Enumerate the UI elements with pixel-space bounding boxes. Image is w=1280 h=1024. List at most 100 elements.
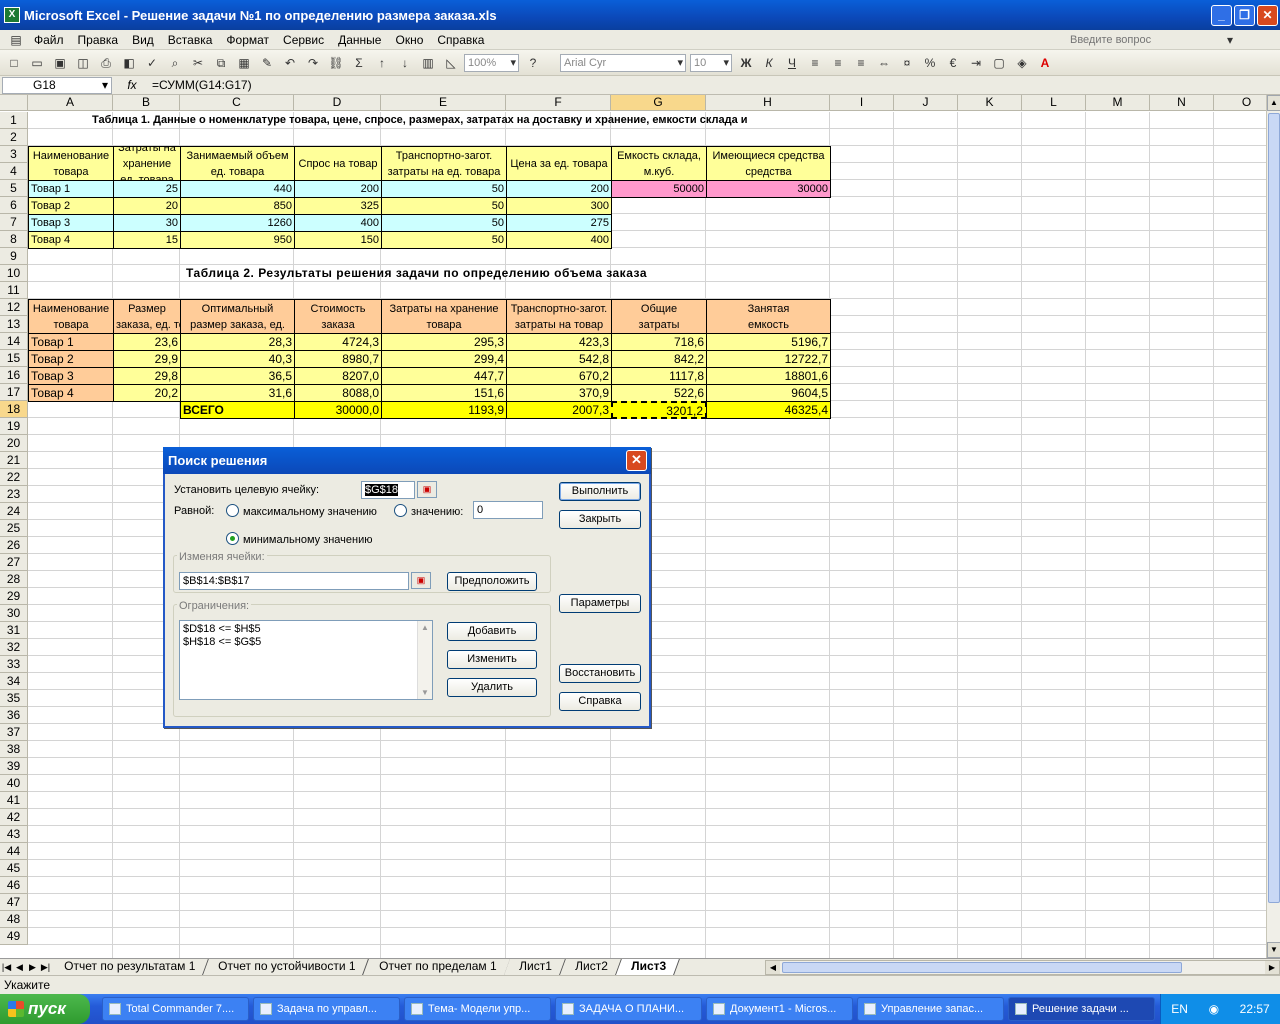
value-cell[interactable]: 325 [294,197,382,215]
row-header[interactable]: 4 [0,163,28,180]
value-cell[interactable]: 718,6 [611,333,707,351]
value-cell[interactable]: 29,8 [113,367,181,385]
fx-icon[interactable]: fx [112,78,152,92]
header-cell[interactable]: Транспортно-загот. затраты на товар [506,299,612,334]
row-header[interactable]: 38 [0,741,28,758]
euro-button[interactable]: € [943,53,963,73]
row-header[interactable]: 30 [0,605,28,622]
options-button[interactable]: Параметры [559,594,641,613]
add-button[interactable]: Добавить [447,622,537,641]
help-icon[interactable]: ? [523,53,543,73]
italic-button[interactable]: К [759,53,779,73]
font-combo[interactable]: Arial Cyr [560,53,686,72]
value-cell[interactable]: 200 [506,180,612,198]
value-cell[interactable]: 25 [113,180,181,198]
value-cell[interactable]: 18801,6 [706,367,831,385]
header-cell[interactable]: Стоимость заказа [294,299,382,334]
value-cell[interactable]: 1260 [180,214,295,232]
document-icon[interactable]: ▤ [8,32,24,48]
constraint-item[interactable]: $D$18 <= $H$5 [183,623,429,636]
column-header[interactable]: G [611,95,706,111]
value-radio[interactable] [394,504,407,517]
select-all-corner[interactable] [0,95,28,111]
row-header[interactable]: 36 [0,707,28,724]
taskbar-item[interactable]: Total Commander 7.... [102,997,249,1021]
row-header[interactable]: 28 [0,571,28,588]
row-header[interactable]: 27 [0,554,28,571]
change-button[interactable]: Изменить [447,650,537,669]
product-name-cell[interactable]: Товар 4 [28,384,114,402]
first-sheet-icon[interactable]: |◀ [0,962,13,973]
row-header[interactable]: 45 [0,860,28,877]
help-button[interactable]: Справка [559,692,641,711]
sheet-tab[interactable]: Отчет по пределам 1 [363,959,511,975]
sheet-tab[interactable]: Лист1 [504,959,566,975]
menu-view[interactable]: Вид [125,33,161,47]
value-cell[interactable]: 150 [294,231,382,249]
value-field[interactable]: 0 [473,501,543,519]
row-header[interactable]: 19 [0,418,28,435]
row-header[interactable]: 41 [0,792,28,809]
row-header[interactable]: 29 [0,588,28,605]
font-size-combo[interactable]: 10 [690,53,732,72]
header-cell[interactable]: Общие затраты [611,299,707,334]
header-cell[interactable]: Емкость склада, м.куб. [611,146,707,181]
value-cell[interactable]: 200 [294,180,382,198]
value-cell[interactable]: 36,5 [180,367,295,385]
fill-color-icon[interactable]: ◈ [1012,53,1032,73]
column-header[interactable]: I [830,95,894,111]
scroll-left-icon[interactable]: ◀ [766,960,780,974]
value-cell[interactable]: 8207,0 [294,367,382,385]
value-cell[interactable]: 275 [506,214,612,232]
row-header[interactable]: 25 [0,520,28,537]
header-cell[interactable]: Размер заказа, ед. товара [113,299,181,334]
row-header[interactable]: 17 [0,384,28,401]
next-sheet-icon[interactable]: ▶ [26,962,39,973]
row-header[interactable]: 10 [0,265,28,282]
name-box[interactable]: G18 [2,76,112,94]
row-header[interactable]: 16 [0,367,28,384]
formula-input[interactable]: =СУММ(G14:G17) [152,78,252,92]
undo-icon[interactable]: ↶ [280,53,300,73]
row-header[interactable]: 9 [0,248,28,265]
close-button[interactable]: ✕ [1257,4,1278,26]
row-header[interactable]: 34 [0,673,28,690]
sort-asc-icon[interactable]: ↑ [372,53,392,73]
zoom-combo[interactable]: 100% [464,53,519,72]
collapse-dialog-icon[interactable]: ▣ [417,481,437,498]
permission-icon[interactable]: ◫ [73,53,93,73]
constraint-item[interactable]: $H$18 <= $G$5 [183,636,429,649]
menu-tools[interactable]: Сервис [276,33,331,47]
total-value[interactable]: 46325,4 [706,401,831,419]
value-cell[interactable]: 50 [381,180,507,198]
column-header[interactable]: N [1150,95,1214,111]
scroll-right-icon[interactable]: ▶ [1265,960,1279,974]
row-header[interactable]: 48 [0,911,28,928]
underline-button[interactable]: Ч [782,53,802,73]
header-cell[interactable]: Наименование товара [28,146,114,181]
row-header[interactable]: 5 [0,180,28,197]
header-cell[interactable]: Цена за ед. товара [506,146,612,181]
language-indicator[interactable]: EN [1171,1002,1188,1016]
column-header[interactable]: E [381,95,506,111]
value-cell[interactable]: 20 [113,197,181,215]
product-name-cell[interactable]: Товар 1 [28,333,114,351]
row-header[interactable]: 43 [0,826,28,843]
vscroll-thumb[interactable] [1268,113,1280,903]
value-cell[interactable]: 50 [381,214,507,232]
column-header[interactable]: M [1086,95,1150,111]
autosum-icon[interactable]: Σ [349,53,369,73]
row-header[interactable]: 14 [0,333,28,350]
total-value[interactable]: 2007,3 [506,401,612,419]
value-cell[interactable]: 28,3 [180,333,295,351]
value-cell[interactable]: 8088,0 [294,384,382,402]
chart-wizard-icon[interactable]: ▥ [418,53,438,73]
value-cell[interactable]: 522,6 [611,384,707,402]
value-label[interactable]: значению: [411,505,463,519]
row-header[interactable]: 13 [0,316,28,333]
column-header[interactable]: J [894,95,958,111]
menu-data[interactable]: Данные [331,33,388,47]
row-header[interactable]: 6 [0,197,28,214]
value-cell[interactable]: 4724,3 [294,333,382,351]
header-cell[interactable]: Занимаемый объем ед. товара [180,146,295,181]
